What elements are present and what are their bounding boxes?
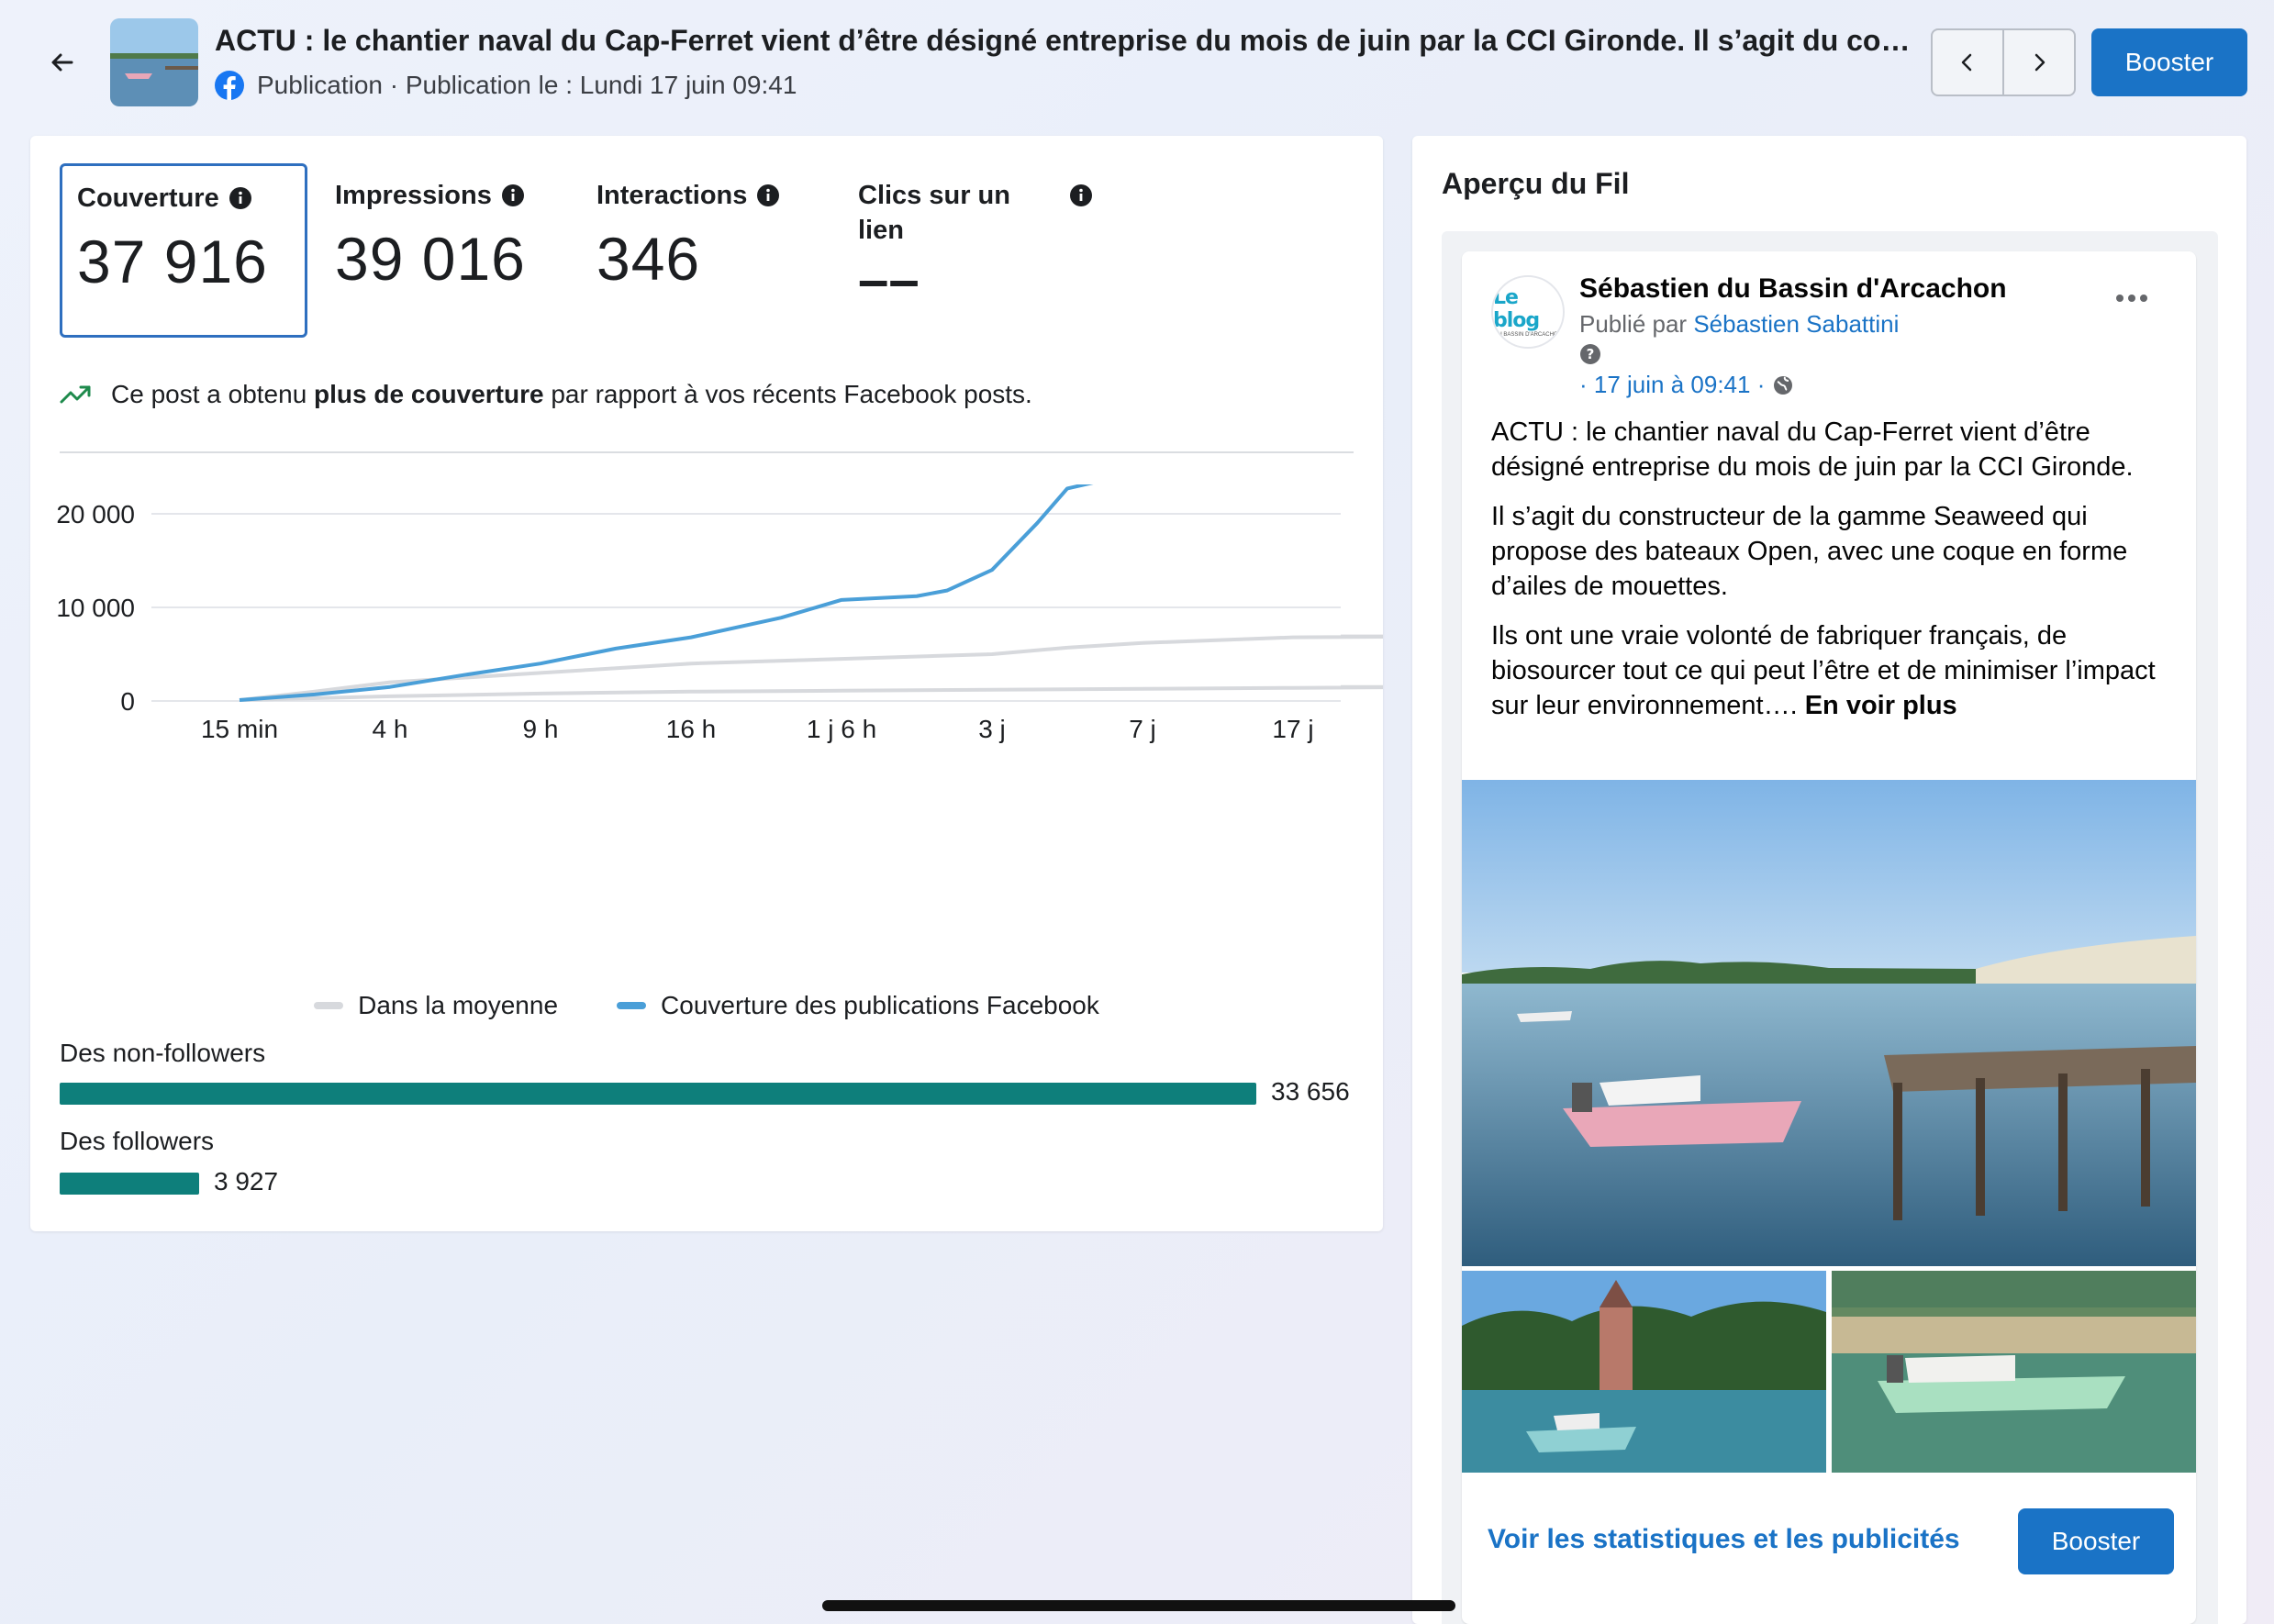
breakdown-label: Des followers — [60, 1127, 215, 1155]
x-tick-label: 17 j — [1272, 715, 1313, 743]
post-title: ACTU : le chantier naval du Cap-Ferret v… — [215, 24, 1912, 57]
previous-post-button[interactable] — [1933, 30, 2002, 95]
chevron-right-icon — [2034, 53, 2045, 72]
metric-value: 39 016 — [335, 225, 526, 293]
divider — [60, 451, 1354, 453]
metric-label: Couverture — [77, 184, 219, 213]
post-photo-2[interactable] — [1462, 1271, 1826, 1473]
arrow-left-icon — [51, 53, 73, 72]
insight-message: Ce post a obtenu plus de couverture par … — [60, 376, 1032, 413]
x-tick-label: 4 h — [373, 715, 408, 743]
page-avatar[interactable]: Le blog DU BASSIN D'ARCACHON — [1491, 275, 1565, 349]
info-icon[interactable] — [756, 184, 780, 207]
more-horizontal-icon — [2116, 295, 2147, 302]
post-meta-text: Publication · Publication le : Lundi 17 … — [257, 71, 797, 99]
info-icon[interactable] — [501, 184, 525, 207]
see-more-link[interactable]: En voir plus — [1805, 691, 1957, 720]
post-header: ACTU : le chantier naval du Cap-Ferret v… — [0, 0, 2274, 119]
view-stats-link[interactable]: Voir les statistiques et les publicités — [1488, 1524, 1960, 1555]
bar-fill — [60, 1083, 1256, 1105]
legend-label: Dans la moyenne — [358, 991, 559, 1019]
metric-reach[interactable]: Couverture 37 916 — [60, 163, 307, 338]
metric-value: –– — [858, 249, 920, 310]
post-navigation — [1931, 28, 2076, 96]
post-date: · 17 juin à 09:41 · — [1579, 371, 1794, 399]
x-tick-label: 3 j — [978, 715, 1006, 743]
help-icon[interactable]: ? — [1579, 343, 1601, 365]
metric-link-clicks[interactable]: Clics sur un lien –– — [843, 163, 1109, 338]
x-tick-label: 15 min — [201, 715, 278, 743]
post-date-text[interactable]: · 17 juin à 09:41 · — [1579, 371, 1765, 399]
legend-item-average: Dans la moyenne — [314, 987, 558, 1024]
metric-value: 37 916 — [77, 228, 268, 295]
legend-swatch — [314, 1002, 344, 1009]
metric-interactions[interactable]: Interactions 346 — [582, 163, 830, 338]
next-post-button[interactable] — [2002, 30, 2074, 95]
boost-button[interactable]: Booster — [2091, 28, 2247, 96]
x-tick-label: 7 j — [1129, 715, 1156, 743]
breakdown-label: Des non-followers — [60, 1039, 266, 1067]
metric-label: Impressions — [335, 181, 492, 210]
breakdown-value: 3 927 — [214, 1167, 279, 1196]
metric-value: 346 — [596, 225, 701, 293]
stats-card: Couverture 37 916 Impressions 39 016 Int… — [30, 136, 1383, 1231]
facebook-post-preview: Le blog DU BASSIN D'ARCACHON Sébastien d… — [1462, 251, 2196, 1624]
metric-label: Clics sur un lien — [858, 181, 1010, 245]
legend-label: Couverture des publications Facebook — [661, 991, 1099, 1019]
insight-text: Ce post a obtenu plus de couverture par … — [111, 380, 1032, 408]
home-indicator[interactable] — [822, 1600, 1455, 1611]
x-tick-label: 16 h — [666, 715, 717, 743]
post-footer: Voir les statistiques et les publicités … — [1462, 1473, 2196, 1624]
avatar-logo-text: Le blog — [1493, 286, 1540, 332]
metric-label: Interactions — [596, 181, 748, 210]
boost-post-button[interactable]: Booster — [2018, 1508, 2174, 1574]
page-name[interactable]: Sébastien du Bassin d'Arcachon — [1579, 273, 2007, 305]
globe-icon — [1774, 375, 1793, 395]
y-tick-label: 0 — [120, 687, 135, 716]
breakdown-value: 33 656 — [1271, 1077, 1350, 1106]
svg-text:?: ? — [1587, 346, 1595, 362]
non-followers-bar — [60, 1083, 1271, 1105]
back-button[interactable] — [44, 44, 81, 81]
post-thumbnail — [110, 18, 198, 106]
trending-up-icon — [60, 385, 91, 404]
chart-legend: Dans la moyenne Couverture des publicati… — [30, 987, 1383, 1024]
preview-frame: Le blog DU BASSIN D'ARCACHON Sébastien d… — [1442, 231, 2218, 1624]
bar-fill — [60, 1173, 199, 1195]
x-tick-label: 9 h — [523, 715, 559, 743]
more-options-button[interactable] — [2110, 284, 2154, 312]
post-meta: Publication · Publication le : Lundi 17 … — [215, 68, 797, 103]
post-paragraph: Ils ont une vraie volonté de fabriquer f… — [1491, 621, 2156, 720]
preview-title: Aperçu du Fil — [1442, 167, 1630, 200]
published-by: Publié par Sébastien Sabattini — [1579, 310, 1900, 338]
post-photo-3[interactable] — [1832, 1271, 2196, 1473]
post-paragraph: Il s’agit du constructeur de la gamme Se… — [1491, 502, 2128, 601]
facebook-icon — [215, 71, 244, 100]
info-icon[interactable] — [229, 186, 252, 210]
reach-series-line — [239, 484, 1094, 702]
avatar-logo-subtext: DU BASSIN D'ARCACHON — [1494, 332, 1562, 338]
info-icon[interactable] — [1069, 184, 1093, 207]
metric-impressions[interactable]: Impressions 39 016 — [320, 163, 568, 338]
chevron-left-icon — [1961, 53, 1972, 72]
y-tick-label: 10 000 — [56, 594, 135, 622]
reach-line-chart: 010 00020 00030 00040 00015 min4 h9 h16 … — [56, 484, 1383, 743]
post-photo-main[interactable] — [1462, 780, 2196, 1266]
average-series-line — [239, 684, 1383, 702]
legend-swatch — [617, 1002, 647, 1009]
x-tick-label: 1 j 6 h — [807, 715, 876, 743]
feed-preview-card: Aperçu du Fil Le blog DU BASSIN D'ARCACH… — [1412, 136, 2246, 1624]
post-paragraph: ACTU : le chantier naval du Cap-Ferret v… — [1491, 417, 2134, 482]
y-tick-label: 20 000 — [56, 500, 135, 528]
author-link[interactable]: Sébastien Sabattini — [1693, 310, 1899, 338]
post-text: ACTU : le chantier naval du Cap-Ferret v… — [1491, 415, 2170, 738]
legend-item-reach: Couverture des publications Facebook — [617, 987, 1099, 1024]
